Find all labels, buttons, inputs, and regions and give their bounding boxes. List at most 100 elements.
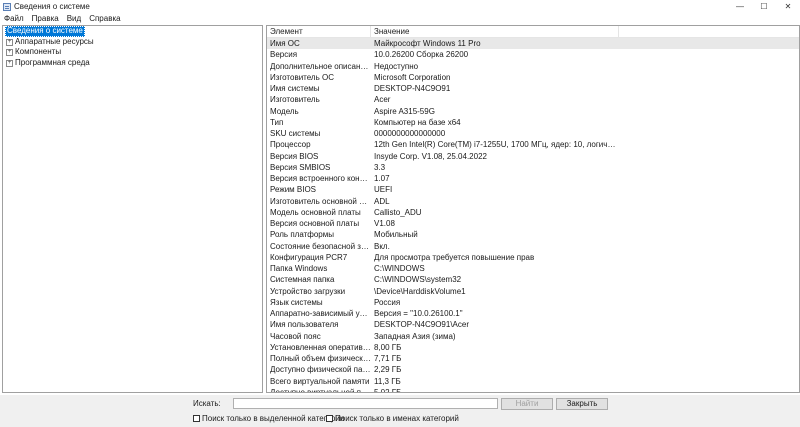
tree-item-label: Программная среда [15, 58, 90, 68]
column-header-value[interactable]: Значение [371, 26, 619, 37]
list-header: Элемент Значение [267, 26, 799, 38]
checkbox-box[interactable] [193, 415, 200, 422]
value-cell: 12th Gen Intel(R) Core(TM) i7-1255U, 170… [374, 140, 619, 150]
item-cell: Дополнительное описание ... [270, 61, 371, 71]
menu-file[interactable]: Файл [0, 13, 28, 25]
table-row[interactable]: Тип Компьютер на базе x64 [267, 117, 799, 128]
window-title: Сведения о системе [14, 2, 90, 11]
table-row[interactable]: Часовой пояс Западная Азия (зима) [267, 331, 799, 342]
find-input[interactable] [233, 398, 498, 409]
item-cell: Имя пользователя [270, 320, 339, 330]
column-header-item[interactable]: Элемент [267, 26, 371, 37]
details-list[interactable]: Элемент Значение Имя ОС Майкрософт Window… [266, 25, 800, 393]
table-row[interactable]: Версия BIOS Insyde Corp. V1.08, 25.04.202… [267, 151, 799, 162]
find-button[interactable]: Найти [501, 398, 553, 410]
table-row[interactable]: Имя системы DESKTOP-N4C9O91 [267, 83, 799, 94]
value-cell: V1.08 [374, 219, 395, 228]
table-row[interactable]: Язык системы Россия [267, 297, 799, 308]
system-info-app-icon [3, 2, 11, 11]
item-cell: Доступно физической памяти [270, 365, 371, 375]
item-cell: Аппаратно-зависимый уров... [270, 309, 371, 318]
search-selected-category-checkbox[interactable]: Поиск только в выделенной категории [193, 414, 344, 423]
menu-bar: Файл Правка Вид Справка [0, 13, 800, 25]
tree-item-components[interactable]: + Компоненты [3, 47, 262, 58]
value-cell: Майкрософт Windows 11 Pro [374, 39, 481, 48]
table-row[interactable]: Установленная оперативная...8,00 ГБ [267, 342, 799, 353]
tree-item-software-environment[interactable]: + Программная среда [3, 58, 262, 69]
table-row[interactable]: Модель основной платы Callisto_ADU [267, 207, 799, 218]
search-category-names-checkbox[interactable]: Поиск только в именах категорий [326, 414, 459, 423]
table-row[interactable]: Устройство загрузки \Device\HarddiskVolum… [267, 286, 799, 297]
item-cell: Изготовитель основной платы [270, 196, 371, 206]
value-cell: Западная Азия (зима) [374, 331, 456, 341]
menu-view[interactable]: Вид [63, 13, 85, 25]
find-bar: Искать: Найти Закрыть Поиск только в выд… [0, 395, 800, 427]
table-row[interactable]: Имя пользователя DESKTOP-N4C9O91\Acer [267, 319, 799, 330]
checkbox-box[interactable] [326, 415, 333, 422]
table-row[interactable]: Версия SMBIOS 3.3 [267, 162, 799, 173]
table-row[interactable]: Изготовитель Acer [267, 94, 799, 105]
value-cell: C:\WINDOWS [374, 264, 425, 273]
title-bar: Сведения о системе — ☐ ✕ [0, 0, 800, 13]
value-cell: \Device\HarddiskVolume1 [374, 286, 466, 296]
table-row[interactable]: Роль платформы Мобильный [267, 229, 799, 240]
value-cell: 2,29 ГБ [374, 365, 402, 375]
expand-icon[interactable]: + [6, 59, 13, 67]
table-row[interactable]: Версия встроенного контрол...1.07 [267, 173, 799, 184]
item-cell: Конфигурация PCR7 [270, 252, 348, 262]
item-cell: Имя системы [270, 84, 320, 93]
item-cell: Версия [270, 50, 298, 60]
tree-item-label: Сведения о системе [5, 26, 85, 37]
table-row[interactable]: Аппаратно-зависимый уров... Версия = "10.… [267, 308, 799, 319]
table-row[interactable]: Модель Aspire A315-59G [267, 106, 799, 117]
item-cell: Часовой пояс [270, 331, 321, 341]
value-cell: DESKTOP-N4C9O91 [374, 84, 451, 93]
table-row[interactable]: Версия основной платы V1.08 [267, 218, 799, 229]
table-row[interactable]: SKU системы 0000000000000000 [267, 128, 799, 139]
table-row[interactable]: Версия 10.0.26200 Сборка 26200 [267, 49, 799, 60]
value-cell: Мобильный [374, 230, 418, 240]
table-row[interactable]: Системная папка C:\WINDOWS\system32 [267, 274, 799, 285]
tree-item-hardware-resources[interactable]: + Аппаратные ресурсы [3, 37, 262, 48]
table-row[interactable]: Дополнительное описание ... Недоступно [267, 61, 799, 72]
value-cell: ADL [374, 196, 390, 206]
item-cell: Версия основной платы [270, 219, 360, 228]
table-row[interactable]: Режим BIOS UEFI [267, 184, 799, 195]
value-cell: Callisto_ADU [374, 207, 422, 217]
item-cell: Доступно виртуальной памяти [270, 387, 371, 393]
item-cell: Язык системы [270, 297, 323, 307]
table-row[interactable]: Изготовитель основной платы ADL [267, 196, 799, 207]
item-cell: Тип [270, 117, 284, 127]
table-row[interactable]: Процессор 12th Gen Intel(R) Core(TM) i7-1… [267, 139, 799, 150]
item-cell: Режим BIOS [270, 185, 317, 195]
menu-help[interactable]: Справка [85, 13, 124, 25]
expand-icon[interactable]: + [6, 49, 13, 57]
table-row[interactable]: Состояние безопасной загру...Вкл. [267, 241, 799, 252]
menu-edit[interactable]: Правка [28, 13, 63, 25]
table-row[interactable]: Доступно виртуальной памяти5,02 ГБ [267, 387, 799, 393]
table-row[interactable]: Изготовитель ОС Microsoft Corporation [267, 72, 799, 83]
value-cell: 0000000000000000 [374, 129, 446, 138]
table-row[interactable]: Доступно физической памяти 2,29 ГБ [267, 364, 799, 375]
value-cell: 3.3 [374, 162, 386, 172]
item-cell: Полный объем физической ... [270, 354, 371, 363]
close-button[interactable]: ✕ [776, 0, 800, 13]
value-cell: Компьютер на базе x64 [374, 117, 461, 127]
expand-icon[interactable]: + [6, 38, 13, 46]
table-row[interactable]: Папка Windows C:\WINDOWS [267, 263, 799, 274]
table-row[interactable]: Всего виртуальной памяти 11,3 ГБ [267, 376, 799, 387]
minimize-button[interactable]: — [728, 0, 752, 13]
close-find-button[interactable]: Закрыть [556, 398, 608, 410]
tree-item-system-summary[interactable]: Сведения о системе [3, 26, 262, 37]
value-cell: Aspire A315-59G [374, 106, 435, 116]
table-row[interactable]: Имя ОС Майкрософт Windows 11 Pro [267, 38, 799, 50]
item-cell: Системная папка [270, 275, 335, 285]
category-tree[interactable]: Сведения о системе + Аппаратные ресурсы … [2, 25, 263, 393]
item-cell: Модель основной платы [270, 207, 361, 217]
window-controls: — ☐ ✕ [728, 0, 800, 13]
value-cell: 10.0.26200 Сборка 26200 [374, 50, 469, 60]
maximize-button[interactable]: ☐ [752, 0, 776, 13]
table-row[interactable]: Конфигурация PCR7 Для просмотра требуется… [267, 252, 799, 263]
table-row[interactable]: Полный объем физической ... 7,71 ГБ [267, 353, 799, 364]
value-cell: 1.07 [374, 174, 390, 183]
